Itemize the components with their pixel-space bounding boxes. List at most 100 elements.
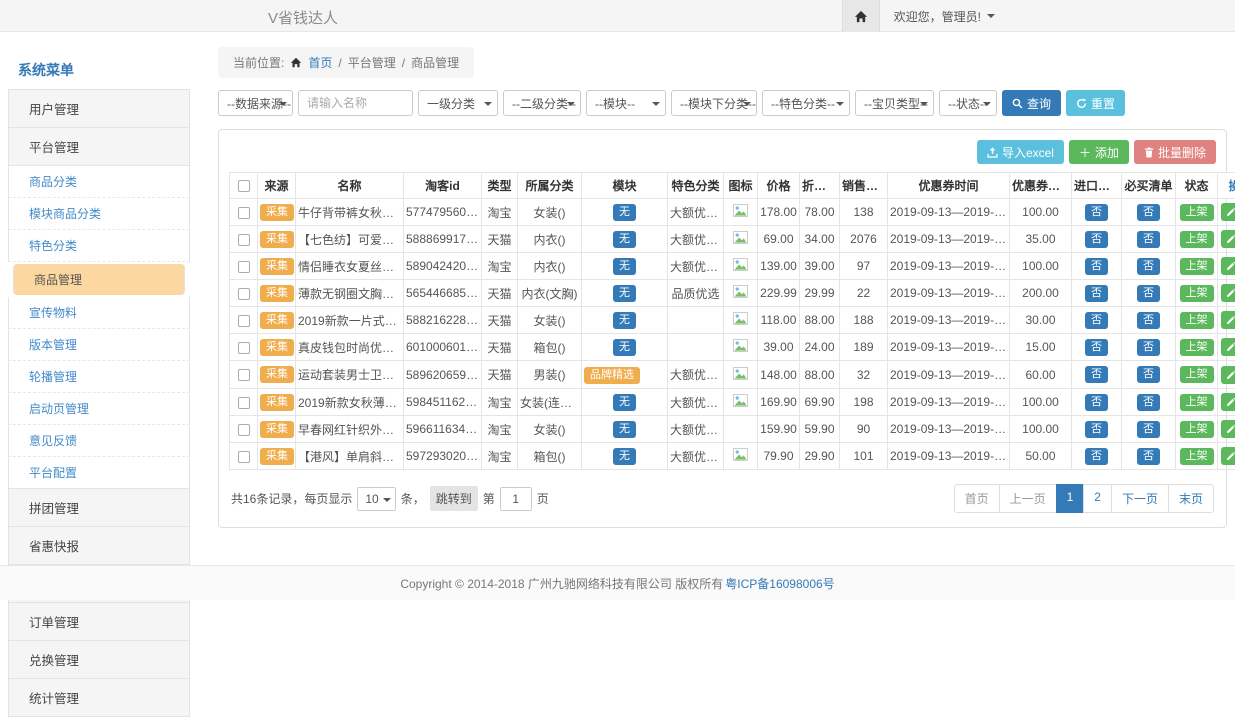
status-badge[interactable]: 上架 xyxy=(1180,258,1214,275)
row-checkbox[interactable] xyxy=(238,315,250,327)
sidebar-group-item[interactable]: 平台管理 xyxy=(8,127,190,166)
sidebar-group-item[interactable]: 用户管理 xyxy=(8,89,190,128)
sidebar-group-item[interactable]: 省惠快报 xyxy=(8,526,190,565)
sidebar-sub-item[interactable]: 商品管理 xyxy=(13,264,185,295)
must-buy-badge[interactable]: 否 xyxy=(1137,448,1160,465)
edit-button[interactable] xyxy=(1221,311,1235,329)
icp-link[interactable]: 粤ICP备16098006号 xyxy=(725,575,834,592)
import-select-badge[interactable]: 否 xyxy=(1085,258,1108,275)
sidebar-sub-item[interactable]: 意见反馈 xyxy=(8,425,190,457)
status-badge[interactable]: 上架 xyxy=(1180,339,1214,356)
module-badge: 无 xyxy=(613,421,636,438)
row-checkbox[interactable] xyxy=(238,207,250,219)
import-select-badge[interactable]: 否 xyxy=(1085,285,1108,302)
import-select-badge[interactable]: 否 xyxy=(1085,394,1108,411)
row-checkbox[interactable] xyxy=(238,288,250,300)
filter-select[interactable]: --数据来源-- xyxy=(218,90,293,116)
column-header: 折后价 xyxy=(800,173,840,199)
select-all-checkbox[interactable] xyxy=(238,180,250,192)
must-buy-badge[interactable]: 否 xyxy=(1137,285,1160,302)
import-select-badge[interactable]: 否 xyxy=(1085,339,1108,356)
must-buy-badge[interactable]: 否 xyxy=(1137,421,1160,438)
reset-button[interactable]: 重置 xyxy=(1066,90,1125,116)
jump-page-input[interactable] xyxy=(500,487,532,511)
sidebar-group-item[interactable]: 兑换管理 xyxy=(8,640,190,679)
filter-select[interactable]: --二级分类-- xyxy=(503,90,581,116)
edit-button[interactable] xyxy=(1221,420,1235,438)
import-excel-button[interactable]: 导入excel xyxy=(977,140,1064,164)
sidebar-group-item[interactable]: 订单管理 xyxy=(8,602,190,641)
status-badge[interactable]: 上架 xyxy=(1180,204,1214,221)
sidebar-sub-item[interactable]: 模块商品分类 xyxy=(8,198,190,230)
must-buy-badge[interactable]: 否 xyxy=(1137,394,1160,411)
user-menu[interactable]: 欢迎您，管理员! xyxy=(894,8,995,25)
table-row: 采集情侣睡衣女夏丝绸男士...589042420344淘宝内衣()无大额优惠券1… xyxy=(230,253,1235,280)
sidebar-sub-item[interactable]: 平台配置 xyxy=(8,457,190,489)
import-select-badge[interactable]: 否 xyxy=(1085,312,1108,329)
page-button[interactable]: 上一页 xyxy=(999,484,1057,513)
status-badge[interactable]: 上架 xyxy=(1180,231,1214,248)
filter-select[interactable]: --状态-- xyxy=(939,90,997,116)
name-filter-input[interactable] xyxy=(298,90,413,116)
edit-button[interactable] xyxy=(1221,338,1235,356)
sidebar-sub-item[interactable]: 宣传物料 xyxy=(8,297,190,329)
sidebar-group-item[interactable]: 拼团管理 xyxy=(8,488,190,527)
source-cell: 采集 xyxy=(258,416,296,443)
sidebar-sub-item[interactable]: 商品分类 xyxy=(8,166,190,198)
sidebar-sub-item[interactable]: 版本管理 xyxy=(8,329,190,361)
row-checkbox[interactable] xyxy=(238,342,250,354)
edit-button[interactable] xyxy=(1221,203,1235,221)
search-button[interactable]: 查询 xyxy=(1002,90,1061,116)
sidebar-sub-item[interactable]: 启动页管理 xyxy=(8,393,190,425)
edit-button[interactable] xyxy=(1221,257,1235,275)
sidebar-group-item[interactable]: 统计管理 xyxy=(8,678,190,717)
import-select-badge[interactable]: 否 xyxy=(1085,204,1108,221)
edit-button[interactable] xyxy=(1221,393,1235,411)
page-button[interactable]: 下一页 xyxy=(1111,484,1169,513)
breadcrumb-home-link[interactable]: 首页 xyxy=(308,54,332,71)
must-buy-badge[interactable]: 否 xyxy=(1137,258,1160,275)
must-buy-badge[interactable]: 否 xyxy=(1137,204,1160,221)
batch-delete-button[interactable]: 批量删除 xyxy=(1134,140,1216,164)
home-button[interactable] xyxy=(842,0,880,32)
row-checkbox[interactable] xyxy=(238,234,250,246)
must-buy-badge[interactable]: 否 xyxy=(1137,339,1160,356)
status-badge[interactable]: 上架 xyxy=(1180,421,1214,438)
must-buy-badge[interactable]: 否 xyxy=(1137,366,1160,383)
edit-button[interactable] xyxy=(1221,366,1235,384)
page-button[interactable]: 首页 xyxy=(954,484,1000,513)
row-checkbox[interactable] xyxy=(238,369,250,381)
must-buy-badge[interactable]: 否 xyxy=(1137,231,1160,248)
row-checkbox[interactable] xyxy=(238,451,250,463)
import-select-badge[interactable]: 否 xyxy=(1085,231,1108,248)
filter-select[interactable]: 一级分类 xyxy=(418,90,498,116)
status-badge[interactable]: 上架 xyxy=(1180,448,1214,465)
row-checkbox[interactable] xyxy=(238,424,250,436)
status-badge[interactable]: 上架 xyxy=(1180,366,1214,383)
import-select-badge[interactable]: 否 xyxy=(1085,421,1108,438)
filter-select[interactable]: --模块下分类-- xyxy=(671,90,757,116)
edit-button[interactable] xyxy=(1221,284,1235,302)
add-button[interactable]: ＋ 添加 xyxy=(1069,140,1129,164)
filter-select[interactable]: --特色分类-- xyxy=(762,90,850,116)
page-button[interactable]: 1 xyxy=(1056,484,1085,513)
row-checkbox-cell xyxy=(230,307,258,334)
jump-button[interactable]: 跳转到 xyxy=(430,486,478,511)
must-buy-badge[interactable]: 否 xyxy=(1137,312,1160,329)
row-checkbox[interactable] xyxy=(238,261,250,273)
import-select-badge[interactable]: 否 xyxy=(1085,366,1108,383)
sidebar-sub-item[interactable]: 轮播管理 xyxy=(8,361,190,393)
filter-select[interactable]: --宝贝类型-- xyxy=(855,90,934,116)
import-select-badge[interactable]: 否 xyxy=(1085,448,1108,465)
status-badge[interactable]: 上架 xyxy=(1180,394,1214,411)
filter-select[interactable]: --模块-- xyxy=(586,90,666,116)
edit-button[interactable] xyxy=(1221,447,1235,465)
page-button[interactable]: 末页 xyxy=(1168,484,1214,513)
page-button[interactable]: 2 xyxy=(1083,484,1112,513)
status-badge[interactable]: 上架 xyxy=(1180,285,1214,302)
sidebar-sub-item[interactable]: 特色分类 xyxy=(8,230,190,262)
edit-button[interactable] xyxy=(1221,230,1235,248)
status-badge[interactable]: 上架 xyxy=(1180,312,1214,329)
row-checkbox[interactable] xyxy=(238,397,250,409)
per-page-select[interactable]: 10 xyxy=(357,487,395,511)
